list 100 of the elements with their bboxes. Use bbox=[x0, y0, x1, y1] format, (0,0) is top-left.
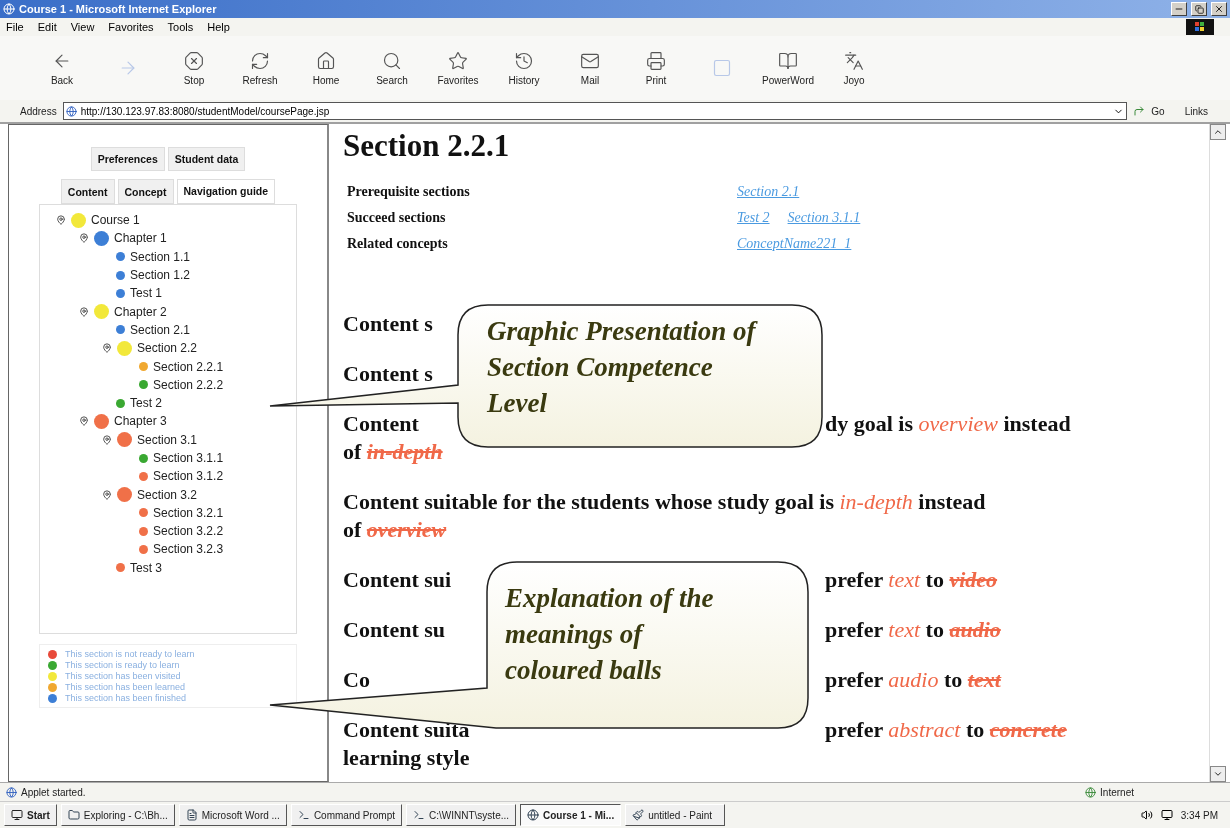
tree-item[interactable]: Section 2.2.2 bbox=[153, 377, 224, 392]
tree-item[interactable]: Section 2.2 bbox=[137, 341, 198, 356]
info-label: Prerequisite sections bbox=[347, 184, 471, 200]
start-button[interactable]: Start bbox=[4, 804, 57, 826]
expand-pin-icon[interactable] bbox=[102, 489, 112, 500]
content-text: prefer audio to text bbox=[825, 666, 1001, 694]
globe-icon bbox=[1085, 786, 1097, 798]
toolbar-button[interactable]: PowerWord bbox=[756, 44, 820, 92]
toolbar-button[interactable]: Home bbox=[294, 44, 358, 92]
tab[interactable]: Student data bbox=[167, 147, 246, 171]
tree-item[interactable]: Section 2.2.1 bbox=[153, 359, 224, 374]
expand-pin-icon[interactable] bbox=[79, 233, 89, 244]
info-label: Succeed sections bbox=[347, 210, 447, 226]
menu-item[interactable]: Edit bbox=[37, 21, 57, 33]
tree-item[interactable]: Chapter 3 bbox=[114, 414, 167, 429]
toolbar-button[interactable]: Mail bbox=[558, 44, 622, 92]
search-icon bbox=[382, 50, 402, 71]
close-button[interactable] bbox=[1211, 2, 1227, 16]
taskbar-button[interactable]: Command Prompt bbox=[290, 804, 403, 826]
content-text: learning style bbox=[343, 745, 470, 770]
windows-logo-icon bbox=[1186, 19, 1214, 35]
legend-text: This section is ready to learn bbox=[65, 660, 180, 670]
taskbar-button[interactable]: untitled - Paint bbox=[625, 804, 726, 826]
monitor-icon[interactable] bbox=[1160, 809, 1173, 821]
tree-item[interactable]: Section 3.2 bbox=[137, 487, 198, 502]
expand-pin-icon[interactable] bbox=[102, 343, 112, 354]
app-icon bbox=[632, 809, 645, 821]
legend-text: This section is not ready to learn bbox=[65, 649, 195, 659]
tab[interactable]: Preferences bbox=[90, 147, 165, 171]
address-field[interactable]: http://130.123.97.83:8080/studentModel/coursePage.jsp bbox=[62, 102, 1128, 120]
minimize-button[interactable] bbox=[1171, 2, 1187, 16]
restore-button[interactable] bbox=[1191, 2, 1207, 16]
tree-item[interactable]: Chapter 1 bbox=[114, 231, 167, 246]
content-text: prefer text to audio bbox=[825, 616, 1001, 644]
tree-item[interactable]: Section 2.1 bbox=[130, 322, 191, 337]
legend-text: This section has been finished bbox=[65, 693, 187, 703]
scroll-down-button[interactable] bbox=[1210, 766, 1226, 782]
tree-item[interactable]: Chapter 2 bbox=[114, 304, 167, 319]
tree-item[interactable]: Section 3.2.2 bbox=[153, 524, 224, 539]
expand-pin-icon[interactable] bbox=[102, 434, 112, 445]
toolbar-button[interactable]: Joyo bbox=[822, 44, 886, 92]
links-button[interactable]: Links bbox=[1184, 105, 1208, 117]
tree-item[interactable]: Section 1.2 bbox=[130, 268, 191, 283]
star-icon bbox=[448, 50, 468, 71]
menu-item[interactable]: Tools bbox=[167, 21, 194, 33]
expand-pin-icon[interactable] bbox=[79, 416, 89, 427]
tree-item[interactable]: Test 1 bbox=[130, 286, 162, 301]
refresh-icon bbox=[250, 50, 270, 71]
tree-item[interactable]: Section 3.1.2 bbox=[153, 469, 224, 484]
toolbar-button[interactable]: Refresh bbox=[228, 44, 292, 92]
zone-text: Internet bbox=[1100, 786, 1134, 798]
stop-icon bbox=[184, 50, 204, 71]
menu-item[interactable]: Help bbox=[207, 21, 230, 33]
content-text: of in-depth bbox=[343, 439, 443, 464]
toolbar-button[interactable]: Print bbox=[624, 44, 688, 92]
tree-item[interactable]: Section 3.2.3 bbox=[153, 542, 224, 557]
clock: 3:34 PM bbox=[1180, 809, 1218, 821]
tree-item[interactable]: Section 1.1 bbox=[130, 249, 191, 264]
tree-item[interactable]: Section 3.1 bbox=[137, 432, 198, 447]
info-label: Related concepts bbox=[347, 236, 449, 252]
scroll-up-button[interactable] bbox=[1210, 124, 1226, 140]
toolbar-button[interactable]: Search bbox=[360, 44, 424, 92]
close-icon bbox=[1214, 4, 1224, 14]
toolbar-button[interactable]: Favorites bbox=[426, 44, 490, 92]
expand-pin-icon[interactable] bbox=[56, 215, 66, 226]
taskbar-button[interactable]: Exploring - C:\Bh... bbox=[60, 804, 175, 826]
taskbar-button[interactable]: Microsoft Word ... bbox=[178, 804, 287, 826]
speaker-icon[interactable] bbox=[1140, 809, 1153, 821]
expand-pin-icon[interactable] bbox=[79, 306, 89, 317]
house-icon bbox=[316, 50, 336, 71]
tree-item[interactable]: Test 2 bbox=[130, 396, 162, 411]
content-text: prefer text to video bbox=[825, 566, 998, 594]
tab[interactable]: Concept bbox=[117, 179, 174, 204]
taskbar-button[interactable]: Course 1 - Mi... bbox=[520, 804, 622, 826]
menu-item[interactable]: File bbox=[6, 21, 24, 33]
tab[interactable]: Content bbox=[60, 179, 115, 204]
taskbar-button[interactable]: C:\WINNT\syste... bbox=[406, 804, 517, 826]
content-text: Content su bbox=[343, 616, 446, 644]
menu-item[interactable]: Favorites bbox=[108, 21, 154, 33]
app-icon bbox=[527, 809, 540, 821]
content-text: Content s bbox=[343, 360, 433, 388]
tab[interactable]: Navigation guide bbox=[176, 179, 276, 204]
content-text: Content s bbox=[343, 310, 433, 338]
content-text: dy goal is overview instead bbox=[825, 410, 1071, 438]
tree-item[interactable]: Section 3.2.1 bbox=[153, 505, 224, 520]
toolbar-button[interactable]: Back bbox=[30, 44, 94, 92]
legend-text: This section has been learned bbox=[65, 682, 186, 692]
toolbar-button[interactable]: History bbox=[492, 44, 556, 92]
menu-item[interactable]: View bbox=[70, 21, 95, 33]
browser-icon bbox=[3, 3, 15, 15]
toolbar-button[interactable]: Stop bbox=[162, 44, 226, 92]
callout-text: Graphic Presentation of Section Competence Level bbox=[487, 315, 756, 420]
app-icon bbox=[297, 809, 310, 821]
tree-item[interactable]: Section 3.1.1 bbox=[153, 451, 224, 465]
content-text: Content sui bbox=[343, 566, 452, 594]
tree-item[interactable]: Test 3 bbox=[130, 560, 162, 575]
content-text: of overview bbox=[343, 517, 447, 542]
tree-item[interactable]: Course 1 bbox=[91, 213, 140, 228]
go-button[interactable]: Go bbox=[1151, 105, 1165, 117]
section-heading: Section 2.2.1 bbox=[343, 128, 511, 164]
